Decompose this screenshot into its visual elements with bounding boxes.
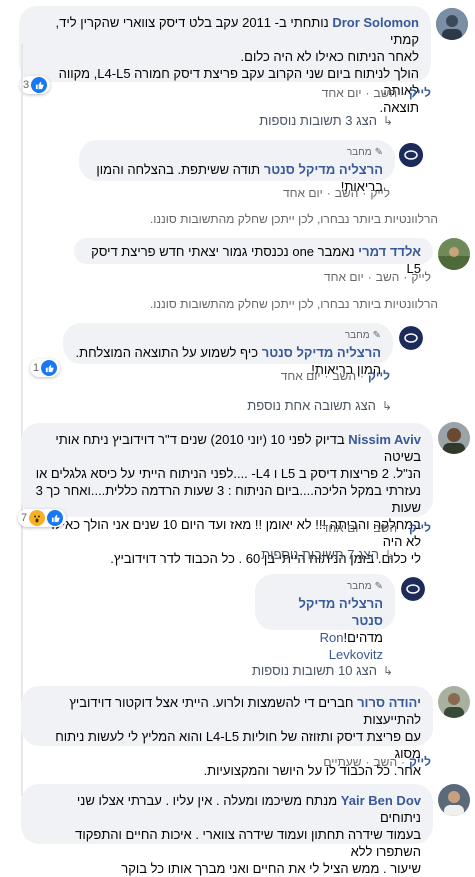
page-avatar[interactable] [401,577,425,601]
comment-actions: לייק·השב·יום אחד [321,521,431,535]
author-badge: ✎ מחבר [91,144,383,161]
comment-bubble: Dror Solomon נותחתי ב- 2011 עקב בלט דיסק… [19,6,431,115]
comment-author[interactable]: הרצליה מדיקל סנטר [264,162,383,177]
like-button[interactable]: לייק [409,86,431,100]
reaction-count[interactable]: 1 [30,359,61,377]
reply-bubble: אלדד דמרי נאמבר one נכנסתי גמור יצאתי חד… [74,238,433,276]
herzlia-logo-icon [399,326,423,350]
comment-bubble: יהודה סרור חברים די להשמצות ולרוע. הייתי… [21,686,433,778]
reply-button[interactable]: השב [374,86,398,100]
pencil-icon: ✎ [372,330,381,341]
timestamp[interactable]: יום אחד [281,369,321,383]
like-button[interactable]: לייק [370,186,390,200]
wow-icon [29,510,46,526]
like-icon [31,77,48,93]
comment-author[interactable]: Dror Solomon [332,15,419,30]
herzlia-logo-icon [401,577,425,601]
comment-actions: לייק·השב·יום אחד [321,86,431,100]
comment-author[interactable]: הרצליה מדיקל סנטר [267,595,383,629]
comment-text: שיעור . ממש הציל לי את החיים ואני מברך א… [121,861,421,876]
reply-arrow-icon: ↳ [382,663,393,678]
timestamp[interactable]: יום אחד [283,186,323,200]
author-badge: ✎ מחבר [75,327,381,344]
reaction-count[interactable]: 7 [18,509,67,527]
reply-button[interactable]: השב [374,521,398,535]
reply-button[interactable]: השב [333,369,357,383]
comment-author[interactable]: Nissim Aviv [348,432,421,447]
comment-author[interactable]: יהודה סרור [357,695,421,710]
avatar[interactable] [438,784,470,816]
comment-actions: לייק·השב·יום אחד [280,369,390,383]
avatar-image [438,422,470,454]
reply-arrow-icon: ↳ [382,113,393,128]
avatar[interactable] [438,422,470,454]
avatar[interactable] [438,238,470,270]
filter-notice: הרלוונטיות ביותר נבחרו, לכן ייתכן שחלק מ… [149,212,438,226]
avatar-image [438,784,470,816]
comment-actions: לייק·השב·יום אחד [323,270,431,284]
reply-button[interactable]: השב [374,755,398,769]
comment-actions: לייק·השב·שעתיים [323,755,431,769]
reply-arrow-icon: ↳ [381,398,392,413]
like-button[interactable]: לייק [368,369,390,383]
like-button[interactable]: לייק [409,521,431,535]
filter-notice: הרלוונטיות ביותר נבחרו, לכן ייתכן שחלק מ… [149,297,438,311]
avatar-image [438,238,470,270]
comment-text: בעמוד שידרה תחתון ועמוד שידרה צווארי . א… [75,827,421,859]
herzlia-logo-icon [399,143,423,167]
view-more-replies[interactable]: ↳ הצג תשובה אחת נוספת [247,398,392,413]
comment-actions: לייק·השב·יום אחד [282,186,390,200]
page-avatar[interactable] [399,326,423,350]
comment-text: נעזרתי במקל הליכה....ביום הניתוח : 3 שעו… [35,483,421,515]
comment-author[interactable]: אלדד דמרי [358,244,421,259]
reply-bubble: ✎ מחבר הרצליה מדיקל סנטר תודה ששיתפת. בהצ… [79,140,395,194]
reply-button[interactable]: השב [335,186,359,200]
author-badge: ✎ מחבר [267,578,383,595]
timestamp[interactable]: יום אחד [324,270,364,284]
pencil-icon: ✎ [374,147,383,158]
avatar[interactable] [438,686,470,718]
reply-bubble: ✎ מחבר הרצליה מדיקל סנטר מדהים!Ron Levkov… [255,574,395,662]
avatar-image [436,8,468,40]
view-more-replies[interactable]: ↳ הצג 7 תשובות נוספות [261,547,395,562]
timestamp[interactable]: יום אחד [322,521,362,535]
comment-text: מדהים! [343,630,383,645]
timestamp[interactable]: שעתיים [323,755,361,769]
like-icon [41,360,58,376]
avatar[interactable] [436,8,468,40]
comment-text: הנ"ל. 2 פריצות דיסק ב L5 ו L4- ....לפני … [35,466,421,481]
like-icon [47,510,64,526]
comment-text: לאחר הניתוח כאילו לא היה כלום. [240,49,419,64]
reply-arrow-icon: ↳ [384,547,395,562]
like-button[interactable]: לייק [411,270,431,284]
page-avatar[interactable] [399,143,423,167]
comment-author[interactable]: הרצליה מדיקל סנטר [262,345,381,360]
reply-bubble: ✎ מחבר הרצליה מדיקל סנטר כיף לשמוע על התו… [63,323,393,377]
view-more-replies[interactable]: ↳ הצג 10 תשובות נוספות [252,663,393,678]
like-button[interactable]: לייק [409,755,431,769]
comment-bubble: Nissim Aviv בדיוק לפני 10 (יוני 2010) שנ… [21,423,433,566]
comment-bubble: Yair Ben Dov מנתח משיכמו ומעלה . אין עלי… [21,784,433,876]
view-more-replies[interactable]: ↳ הצג 3 תשובות נוספות [259,113,393,128]
pencil-icon: ✎ [374,581,383,592]
reaction-count[interactable]: 3 [20,76,51,94]
thread-line [21,44,23,796]
avatar-image [438,686,470,718]
reply-button[interactable]: השב [376,270,400,284]
timestamp[interactable]: יום אחד [322,86,362,100]
comment-author[interactable]: Yair Ben Dov [341,793,421,808]
